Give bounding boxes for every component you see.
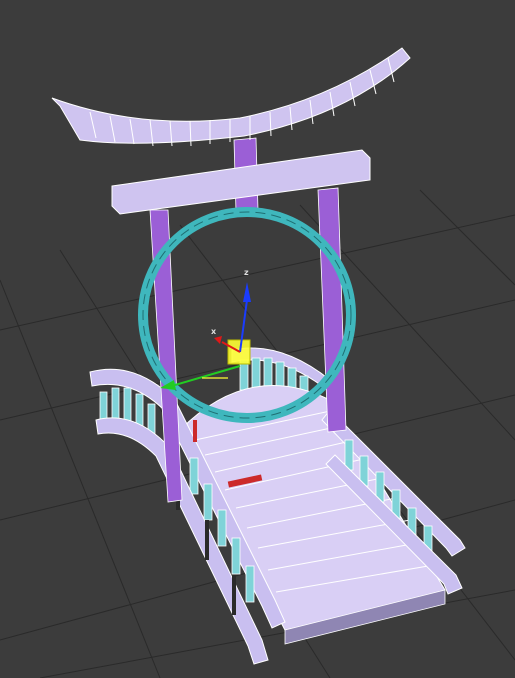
viewport-canvas[interactable]: z x [0,0,515,678]
gizmo-z-arrow[interactable] [243,282,251,302]
gizmo-x-label: x [211,327,217,336]
gizmo-y-axis[interactable] [174,365,241,386]
perspective-viewport[interactable]: z x [0,0,515,678]
gizmo-z-label: z [244,268,249,277]
torii-top-beam[interactable] [51,47,411,147]
gizmo-x-arrow[interactable] [214,336,222,344]
pivot-marker [193,420,197,442]
torii-right-pillar[interactable] [317,187,347,433]
